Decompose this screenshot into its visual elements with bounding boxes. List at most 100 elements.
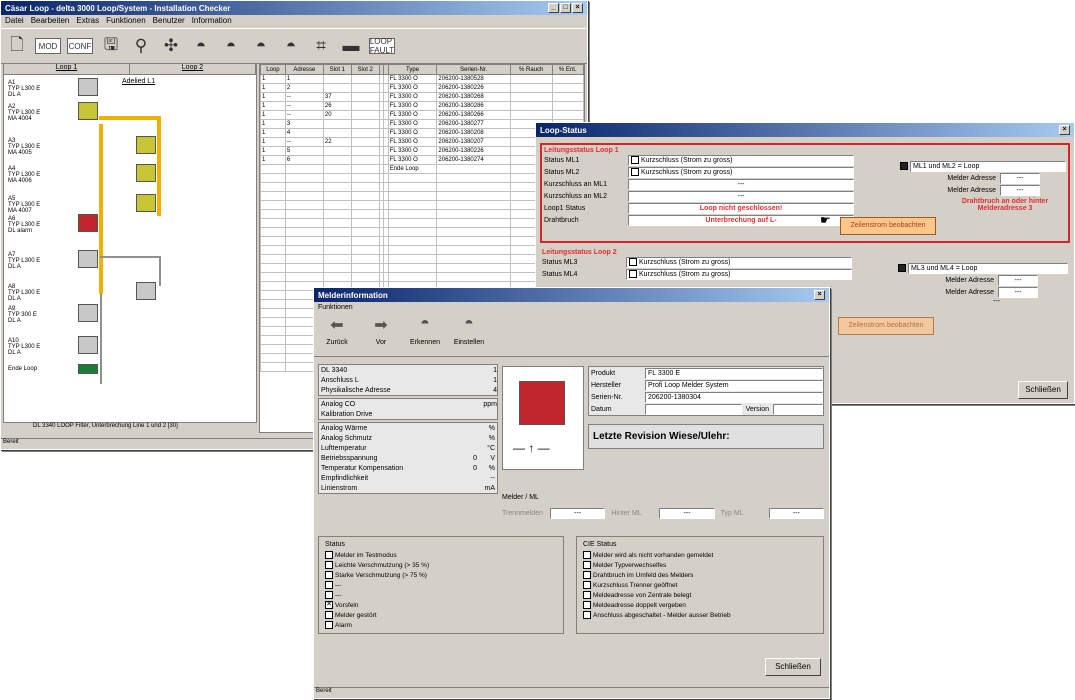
close-button[interactable]: × [814, 290, 825, 300]
checkbox[interactable] [583, 561, 591, 569]
tree-device-node[interactable] [136, 136, 156, 154]
menu-item-2[interactable]: Extras [76, 16, 99, 27]
detector-icon[interactable]: ◓ [219, 34, 243, 58]
table-cell [322, 182, 352, 192]
table-cell [350, 272, 380, 282]
detector-icon[interactable]: ◓ [279, 34, 303, 58]
zeilenstrom-button-1[interactable]: Zeilenstrom beobachten [840, 217, 936, 235]
table-cell: 2 [284, 83, 324, 93]
loop-checkbox[interactable] [900, 162, 908, 170]
menu-item-4[interactable]: Benutzer [153, 16, 185, 27]
action-vor[interactable]: ➡ Vor [364, 315, 398, 354]
table-cell [387, 173, 438, 183]
column-header[interactable]: % Rauch [509, 64, 553, 75]
tree-device-node[interactable] [78, 78, 98, 96]
loop2-section-title: Leitungsstatus Loop 2 [542, 249, 617, 256]
loop-checkbox[interactable] [898, 264, 906, 272]
loop2-warning: --- [993, 298, 1000, 305]
menu-item-1[interactable]: Bearbeiten [31, 16, 70, 27]
checkbox[interactable] [631, 167, 639, 176]
table-row[interactable]: 1 -- 20 FL 3300 O 206200-1380266 [260, 110, 584, 120]
puzzle-icon[interactable]: ✣ [159, 34, 183, 58]
table-row[interactable]: 1 2 FL 3300 O 206200-1380226 [260, 83, 584, 93]
main-titlebar: Cäsar Loop - delta 3000 Loop/System - In… [1, 1, 587, 15]
table-row[interactable]: 1 -- 37 FL 3300 O 206200-1380268 [260, 92, 584, 102]
table-cell [284, 200, 324, 210]
menu-item-3[interactable]: Funktionen [106, 16, 146, 27]
tree-device-node[interactable] [78, 250, 98, 268]
action-zurück[interactable]: ⬅ Zurück [320, 315, 354, 354]
table-cell [322, 209, 352, 219]
checkbox[interactable] [583, 611, 591, 619]
table-cell [322, 83, 352, 93]
checkbox[interactable] [629, 257, 637, 266]
tab-loop-2[interactable]: Loop 2 [130, 64, 256, 74]
checkbox[interactable] [583, 551, 591, 559]
chart-icon[interactable]: ⌗ [309, 34, 333, 58]
loop-tree-panel[interactable]: Loop 1 Loop 2 Adelied L1 A1 TYP L300 E D… [3, 63, 257, 423]
column-header[interactable]: Slot 1 [322, 64, 352, 75]
binoculars-icon[interactable]: ⚲ [129, 34, 153, 58]
txt-icon[interactable]: MOD [35, 38, 61, 54]
checkbox[interactable] [325, 591, 333, 599]
tree-device-node[interactable] [136, 194, 156, 212]
loop-status-close-button[interactable]: Schließen [1018, 381, 1068, 399]
checkbox[interactable] [325, 571, 333, 579]
column-header[interactable]: Slot 2 [350, 64, 380, 75]
checkbox[interactable] [325, 611, 333, 619]
action-einstellen[interactable]: ◓ Einstellen [452, 315, 486, 354]
tree-device-node[interactable] [136, 282, 156, 300]
zeilenstrom-button-2[interactable]: Zeilenstrom beobachten [838, 317, 934, 335]
tab-loop-1[interactable]: Loop 1 [4, 64, 130, 74]
menu-item-5[interactable]: Information [192, 16, 232, 27]
menu-item-0[interactable]: Datei [5, 16, 24, 27]
checkbox[interactable] [583, 601, 591, 609]
column-header[interactable]: Loop [260, 64, 286, 75]
device-info-close-button[interactable]: Schließen [765, 658, 821, 676]
checkbox[interactable]: ✕ [325, 601, 333, 609]
close-button[interactable]: × [1059, 125, 1070, 135]
close-button[interactable]: × [572, 3, 583, 13]
status-item: --- [325, 580, 557, 590]
checkbox[interactable] [325, 561, 333, 569]
tree-device-node[interactable] [78, 364, 98, 374]
checkbox[interactable] [583, 591, 591, 599]
maximize-button[interactable]: □ [560, 3, 571, 13]
detector-icon[interactable]: ◓ [189, 34, 213, 58]
txt-icon[interactable]: LOOP FAULT [369, 37, 395, 55]
tree-device-node[interactable] [78, 336, 98, 354]
checkbox[interactable] [325, 621, 333, 629]
minimize-button[interactable]: _ [548, 3, 559, 13]
melder-address-label: Melder Adresse [947, 186, 996, 194]
table-cell [350, 227, 380, 237]
column-header[interactable]: Serien-Nr. [436, 64, 511, 75]
column-header[interactable]: Type [387, 64, 438, 75]
column-header[interactable]: Adresse [284, 64, 324, 75]
tree-device-node[interactable] [136, 164, 156, 182]
action-erkennen[interactable]: ◓ Erkennen [408, 315, 442, 354]
table-row[interactable]: 1 -- 26 FL 3300 O 206200-1380286 [260, 101, 584, 111]
checkbox[interactable] [325, 581, 333, 589]
new-page-icon[interactable]: 🗋 [5, 34, 29, 58]
table-cell [284, 182, 324, 192]
device-icon[interactable]: ▬ [339, 34, 363, 58]
table-cell [260, 272, 286, 282]
checkbox[interactable] [631, 155, 639, 164]
checkbox[interactable] [583, 571, 591, 579]
checkbox[interactable] [583, 581, 591, 589]
device-info-statusbar: Bereit [314, 687, 829, 698]
txt-icon[interactable]: CONF [67, 38, 93, 54]
table-cell: FL 3300 O [387, 110, 438, 120]
connector-line [100, 256, 160, 258]
status-item: Melder gestört [325, 610, 557, 620]
save-disk-icon[interactable]: 🖫 [99, 34, 123, 58]
table-cell [260, 254, 286, 264]
tree-device-node[interactable] [78, 304, 98, 322]
column-header[interactable]: % Ent. [551, 64, 584, 75]
checkbox[interactable] [629, 269, 637, 278]
tree-device-node[interactable] [78, 102, 98, 120]
detector-icon[interactable]: ◓ [249, 34, 273, 58]
table-row[interactable]: 1 1 FL 3300 O 206200-1380528 [260, 74, 584, 84]
tree-device-node[interactable] [78, 214, 98, 232]
checkbox[interactable] [325, 551, 333, 559]
